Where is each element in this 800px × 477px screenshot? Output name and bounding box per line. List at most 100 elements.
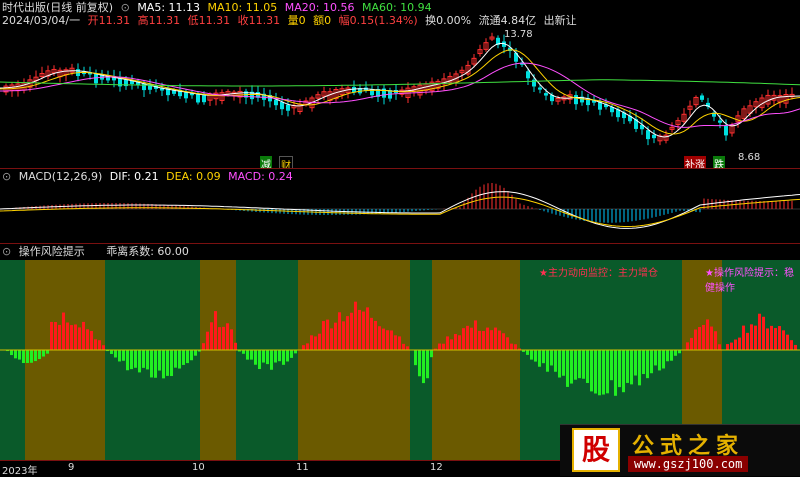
risk-bar xyxy=(430,350,433,358)
risk-bar xyxy=(562,350,565,376)
risk-bar xyxy=(18,350,21,360)
macd-dif: DIF: 0.21 xyxy=(109,170,159,183)
risk-bar xyxy=(118,350,121,362)
risk-bar xyxy=(246,350,249,360)
risk-bar xyxy=(374,320,377,350)
macd-pane[interactable]: ⊙ MACD(12,26,9) DIF: 0.21 DEA: 0.09 MACD… xyxy=(0,169,800,243)
risk-bar xyxy=(310,335,313,350)
risk-bar xyxy=(718,344,721,350)
stock-title: 时代出版(日线 前复权) xyxy=(2,1,114,14)
risk-bar xyxy=(710,326,713,350)
risk-bar xyxy=(362,311,365,350)
risk-bar xyxy=(66,322,69,350)
risk-bar xyxy=(290,350,293,358)
event-mark-xiu[interactable]: 补涨 xyxy=(684,156,706,168)
risk-bar xyxy=(534,350,537,362)
macd-title: MACD(12,26,9) xyxy=(18,170,103,183)
quote-high: 高11.31 xyxy=(137,14,181,27)
ma60-value: MA60: 10.94 xyxy=(361,1,432,14)
risk-bar xyxy=(266,350,269,365)
risk-bar xyxy=(538,350,541,367)
candle-body xyxy=(202,95,206,103)
risk-bar xyxy=(326,319,329,350)
risk-bar xyxy=(134,350,137,368)
risk-bar xyxy=(282,350,285,365)
risk-bar xyxy=(486,327,489,350)
macd-header: ⊙ MACD(12,26,9) DIF: 0.21 DEA: 0.09 MACD… xyxy=(2,170,297,183)
risk-bar xyxy=(554,350,557,372)
candle-body xyxy=(646,130,650,140)
risk-coef: 乖离系数: 60.00 xyxy=(106,245,189,258)
risk-zone xyxy=(0,260,25,460)
candle-body xyxy=(274,99,278,106)
event-mark-jian[interactable]: 减 xyxy=(260,156,272,168)
candle-body xyxy=(574,95,578,105)
risk-bar xyxy=(234,342,237,350)
risk-bar xyxy=(14,350,17,359)
risk-bar xyxy=(566,350,569,387)
risk-bar xyxy=(230,329,233,350)
risk-bar xyxy=(498,330,501,350)
logo-glyph: 股 xyxy=(572,428,620,472)
main-force-note: ★主力动向监控：主力增仓 xyxy=(539,268,658,279)
risk-bar xyxy=(614,350,617,396)
risk-bar xyxy=(662,350,665,369)
quote-open: 开11.31 xyxy=(87,14,131,27)
risk-bar xyxy=(142,350,145,368)
risk-bar xyxy=(514,344,517,350)
risk-bar xyxy=(458,335,461,350)
risk-bar xyxy=(650,350,653,374)
risk-bar xyxy=(726,344,729,350)
risk-bar xyxy=(646,350,649,379)
risk-bar xyxy=(462,328,465,350)
risk-bar xyxy=(174,350,177,368)
risk-bar xyxy=(394,335,397,350)
risk-bar xyxy=(162,350,165,379)
risk-bar xyxy=(466,325,469,350)
risk-bar xyxy=(634,350,637,376)
risk-bar xyxy=(34,350,37,362)
risk-bar xyxy=(734,339,737,350)
risk-bar xyxy=(278,350,281,362)
axis-label-11: 11 xyxy=(296,462,309,473)
risk-bar xyxy=(46,350,49,354)
risk-bar xyxy=(194,350,197,356)
risk-bar xyxy=(158,350,161,371)
risk-bar xyxy=(666,350,669,362)
risk-bar xyxy=(154,350,157,378)
risk-bar xyxy=(350,312,353,350)
watermark-logo: 股 公式之家 www.gszj100.com xyxy=(560,424,800,476)
risk-bar xyxy=(542,350,545,364)
kline-pane[interactable]: 时代出版(日线 前复权) ⊙ MA5: 11.13 MA10: 11.05 MA… xyxy=(0,0,800,168)
risk-bar xyxy=(578,350,581,379)
quote-volume: 量0 xyxy=(287,14,306,27)
risk-bar xyxy=(402,343,405,350)
risk-bar xyxy=(294,350,297,354)
risk-bar xyxy=(306,343,309,350)
risk-bar xyxy=(286,350,289,362)
risk-bar xyxy=(98,340,101,350)
risk-bar xyxy=(202,343,205,350)
risk-bar xyxy=(582,350,585,379)
quote-close: 收11.31 xyxy=(237,14,281,27)
risk-bar xyxy=(442,343,445,350)
risk-bar xyxy=(758,313,761,350)
risk-bar xyxy=(618,350,621,388)
risk-bar xyxy=(602,350,605,395)
risk-bar xyxy=(250,350,253,360)
risk-bar xyxy=(742,325,745,350)
candle-body xyxy=(94,73,98,84)
risk-bar xyxy=(178,350,181,369)
quote-amount: 额0 xyxy=(313,14,332,27)
risk-bar xyxy=(314,336,317,350)
risk-bar xyxy=(414,350,417,366)
candle-body xyxy=(538,87,542,90)
event-mark-cai[interactable]: 财 xyxy=(279,156,293,168)
risk-bar xyxy=(598,350,601,396)
risk-bar xyxy=(550,350,553,366)
candle-body xyxy=(196,94,200,103)
risk-bar xyxy=(354,301,357,350)
ma20-value: MA20: 10.56 xyxy=(284,1,355,14)
event-mark-die[interactable]: 跌 xyxy=(713,156,725,168)
risk-bar xyxy=(150,350,153,378)
